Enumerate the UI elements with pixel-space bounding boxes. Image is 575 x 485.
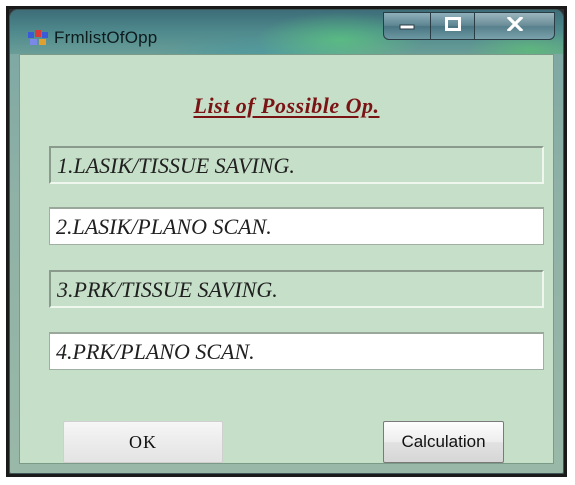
app-icon: [28, 30, 48, 46]
minimize-icon: [399, 17, 415, 35]
close-button[interactable]: [475, 12, 555, 40]
minimize-button[interactable]: [383, 12, 431, 40]
option-2-lasik-plano-scan[interactable]: 2.LASIK/PLANO SCAN.: [49, 207, 544, 245]
option-3-prk-tissue-saving[interactable]: 3.PRK/TISSUE SAVING.: [49, 270, 544, 308]
maximize-button[interactable]: [431, 12, 475, 40]
ok-button[interactable]: OK: [63, 421, 223, 463]
screenshot-frame: FrmlistOfOpp List of Possible Op. 1.LASI…: [6, 6, 567, 477]
calculation-button[interactable]: Calculation: [383, 421, 504, 463]
option-4-prk-plano-scan[interactable]: 4.PRK/PLANO SCAN.: [49, 332, 544, 370]
caption-buttons: [383, 12, 555, 42]
form-window: FrmlistOfOpp List of Possible Op. 1.LASI…: [9, 9, 564, 474]
window-title: FrmlistOfOpp: [54, 28, 158, 47]
form-client-area: List of Possible Op. 1.LASIK/TISSUE SAVI…: [19, 54, 554, 464]
maximize-icon: [444, 16, 461, 36]
title-bar[interactable]: FrmlistOfOpp: [10, 10, 563, 54]
close-icon: [506, 15, 523, 36]
option-1-lasik-tissue-saving[interactable]: 1.LASIK/TISSUE SAVING.: [49, 146, 544, 184]
list-heading: List of Possible Op.: [193, 93, 380, 118]
